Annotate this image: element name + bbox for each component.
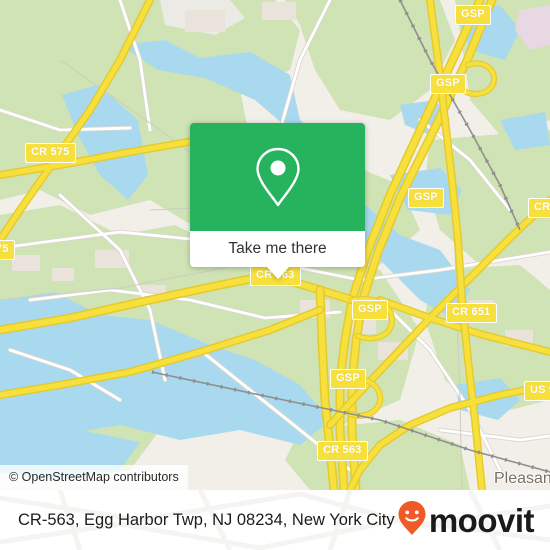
road-shield: GSP — [408, 188, 444, 208]
road-shield: GSP — [430, 74, 466, 94]
moovit-wordmark: moovit — [428, 501, 535, 539]
road-shield: GSP — [330, 369, 366, 389]
road-shield: CR 651 — [446, 303, 497, 323]
location-popup-card[interactable]: Take me there — [190, 123, 365, 279]
road-shield: US 9 — [524, 381, 550, 401]
moovit-logo[interactable]: moovit — [397, 500, 535, 541]
popup-pointer-tail — [266, 267, 289, 279]
openstreetmap-attribution[interactable]: © OpenStreetMap contributors — [0, 464, 188, 490]
road-shield: CR — [528, 198, 550, 218]
page-footer: CR-563, Egg Harbor Twp, NJ 08234, New Yo… — [0, 490, 550, 550]
location-pin-icon — [252, 146, 304, 208]
road-shield: CR 563 — [317, 441, 368, 461]
take-me-there-label: Take me there — [228, 240, 327, 258]
road-shield: GSP — [455, 5, 491, 25]
road-shield: 75 — [0, 240, 15, 260]
road-shield: CR 575 — [25, 143, 76, 163]
place-label: Pleasan — [494, 470, 550, 487]
location-address-text: CR-563, Egg Harbor Twp, NJ 08234, New Yo… — [18, 510, 395, 529]
take-me-there-button[interactable]: Take me there — [190, 231, 365, 267]
moovit-map-page: .forest { fill:#cfe3b4; } .water { fill:… — [0, 0, 550, 550]
moovit-pin-smiley-icon — [397, 500, 427, 541]
map-canvas[interactable]: .forest { fill:#cfe3b4; } .water { fill:… — [0, 0, 550, 490]
popup-header — [190, 123, 365, 231]
road-shield: GSP — [352, 300, 388, 320]
